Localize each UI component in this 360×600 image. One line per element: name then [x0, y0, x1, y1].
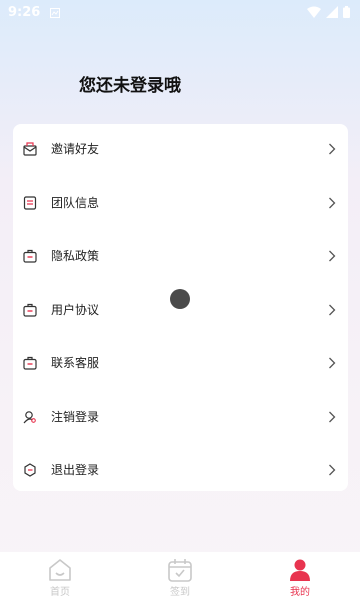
- tab-profile[interactable]: 我的: [240, 552, 360, 600]
- bottom-tab-bar: 首页 签到 我的: [0, 552, 360, 600]
- page-title[interactable]: 您还未登录哦: [79, 71, 181, 96]
- briefcase-icon: [23, 248, 37, 263]
- mail-icon: [23, 141, 37, 156]
- menu-item-team-info[interactable]: 团队信息: [13, 182, 348, 222]
- status-bar: 9:26: [0, 0, 360, 24]
- briefcase-icon: [23, 355, 37, 370]
- chevron-right-icon: [328, 302, 336, 316]
- user-search-icon: [23, 409, 37, 424]
- menu-item-label: 注销登录: [51, 410, 100, 424]
- chevron-right-icon: [328, 141, 336, 155]
- menu-item-label: 邀请好友: [51, 142, 100, 156]
- battery-icon: [343, 3, 350, 22]
- tab-label: 首页: [50, 587, 70, 598]
- chevron-right-icon: [328, 409, 336, 423]
- tab-home[interactable]: 首页: [0, 552, 120, 600]
- menu-item-logout[interactable]: 退出登录: [13, 449, 348, 489]
- home-icon: [47, 558, 73, 582]
- tab-label: 签到: [170, 587, 190, 598]
- menu-item-deactivate-account[interactable]: 注销登录: [13, 396, 348, 436]
- notification-icon: [50, 3, 61, 22]
- menu-item-privacy-policy[interactable]: 隐私政策: [13, 235, 348, 275]
- signal-icon: [326, 3, 338, 22]
- menu-item-label: 团队信息: [51, 196, 100, 210]
- menu-item-label: 退出登录: [51, 463, 100, 477]
- document-icon: [23, 195, 37, 210]
- chevron-right-icon: [328, 248, 336, 262]
- menu-item-contact-support[interactable]: 联系客服: [13, 342, 348, 382]
- tab-check-in[interactable]: 签到: [120, 552, 240, 600]
- chevron-right-icon: [328, 355, 336, 369]
- tab-label: 我的: [290, 587, 310, 598]
- profile-icon: [287, 558, 313, 582]
- touch-indicator: [170, 289, 190, 309]
- menu-item-label: 隐私政策: [51, 249, 100, 263]
- logout-icon: [23, 462, 37, 477]
- chevron-right-icon: [328, 195, 336, 209]
- menu-item-invite-friends[interactable]: 邀请好友: [13, 128, 348, 168]
- briefcase-icon: [23, 302, 37, 317]
- chevron-right-icon: [328, 462, 336, 476]
- status-time: 9:26: [8, 4, 41, 20]
- calendar-check-icon: [167, 558, 193, 582]
- menu-item-label: 用户协议: [51, 303, 100, 317]
- menu-item-label: 联系客服: [51, 356, 100, 370]
- wifi-icon: [307, 3, 321, 22]
